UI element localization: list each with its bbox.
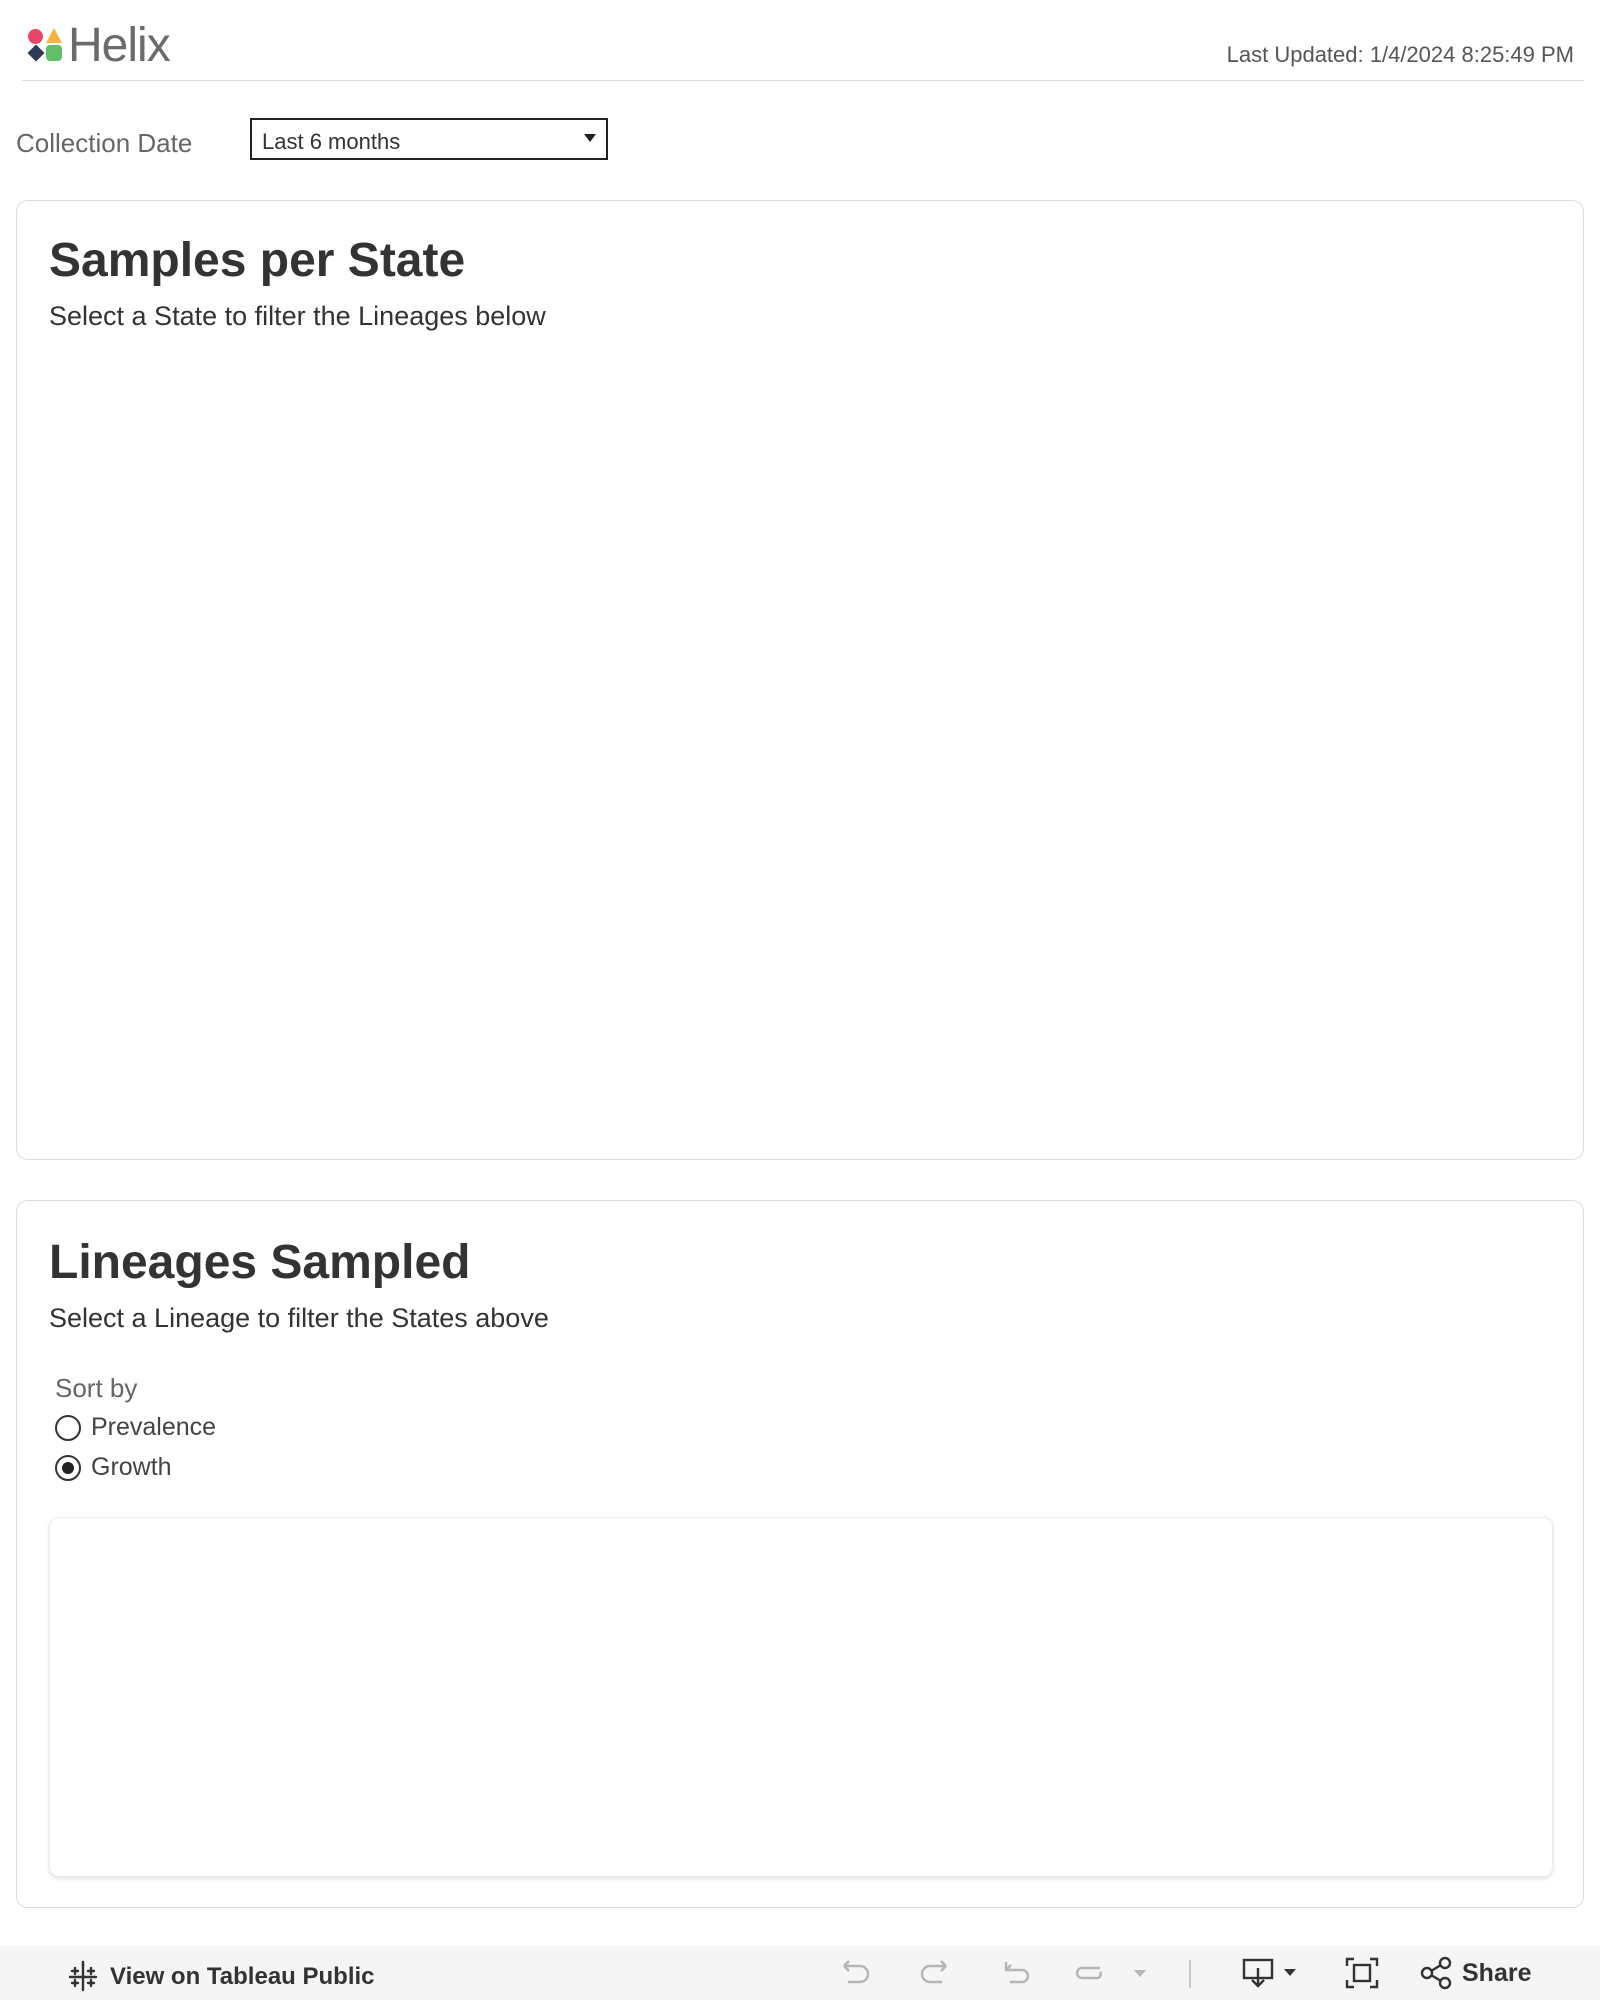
tableau-toolbar: View on Tableau Public Share	[0, 1946, 1600, 2000]
share-icon	[1420, 1956, 1452, 1990]
lineages-sampled-subtitle: Select a Lineage to filter the States ab…	[49, 1303, 549, 1333]
chevron-down-icon	[584, 134, 596, 142]
lineages-sampled-card: Lineages Sampled Select a Lineage to fil…	[16, 1200, 1584, 1908]
share-button[interactable]: Share	[1420, 1956, 1531, 1990]
radio-button[interactable]	[55, 1414, 81, 1441]
sort-by-label: Sort by	[55, 1373, 138, 1403]
undo-icon[interactable]	[838, 1956, 872, 1990]
lineages-sampled-title: Lineages Sampled	[49, 1236, 471, 1289]
download-icon[interactable]	[1240, 1956, 1302, 1990]
last-updated-text: Last Updated: 1/4/2024 8:25:49 PM	[1226, 42, 1574, 67]
collection-date-dropdown[interactable]: Last 6 months	[250, 118, 608, 160]
collection-date-filter: Collection Date Last 6 months	[16, 116, 616, 160]
collection-date-label: Collection Date	[16, 128, 193, 158]
logo-text: Helix	[68, 19, 171, 72]
page-header: Helix Last Updated: 1/4/2024 8:25:49 PM	[0, 0, 1600, 82]
redo-icon[interactable]	[918, 1956, 952, 1990]
samples-per-state-title: Samples per State	[49, 234, 466, 287]
tableau-logo-icon	[68, 1960, 98, 1992]
fullscreen-icon[interactable]	[1344, 1956, 1380, 1990]
view-on-tableau-public-label: View on Tableau Public	[110, 1963, 375, 1990]
helix-logo-mark-icon	[26, 25, 64, 67]
sort-option-label: Prevalence	[91, 1413, 217, 1441]
sort-growth-option[interactable]: Growth	[55, 1453, 172, 1482]
share-label: Share	[1462, 1958, 1532, 1987]
lineages-chart-area[interactable]	[49, 1517, 1553, 1877]
toolbar-divider	[1189, 1960, 1191, 1988]
helix-logo[interactable]: Helix	[26, 18, 171, 73]
samples-per-state-card: Samples per State Select a State to filt…	[16, 200, 1584, 1160]
samples-per-state-subtitle: Select a State to filter the Lineages be…	[49, 301, 546, 331]
header-divider	[22, 80, 1584, 81]
view-on-tableau-public-link[interactable]: View on Tableau Public	[66, 1960, 375, 1994]
revert-icon[interactable]	[998, 1956, 1032, 1990]
sort-prevalence-option[interactable]: Prevalence	[55, 1413, 216, 1442]
more-chevron-down-icon[interactable]	[1130, 1956, 1150, 1990]
radio-button-checked[interactable]	[55, 1454, 81, 1481]
refresh-icon[interactable]	[1072, 1956, 1106, 1990]
dropdown-selected-value: Last 6 months	[262, 129, 401, 154]
sort-option-label: Growth	[91, 1453, 172, 1481]
